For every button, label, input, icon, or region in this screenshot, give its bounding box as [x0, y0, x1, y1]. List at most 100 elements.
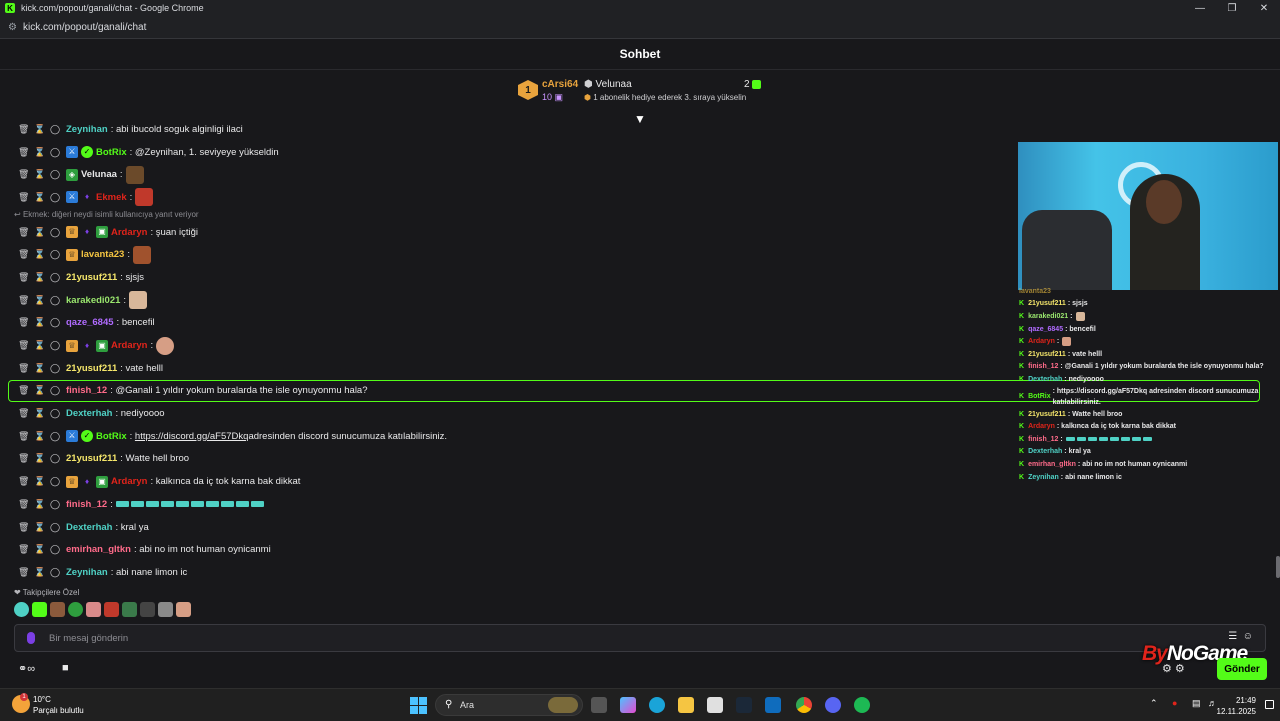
store-icon[interactable]: ■	[62, 662, 69, 674]
chat-message[interactable]: 🗑 ⌛ ◯ ♕ ♦ ▣ Ardaryn: kalkınca da iç tok karn…	[0, 470, 1015, 493]
timeout-icon[interactable]: ⌛	[34, 453, 45, 464]
username[interactable]: Ardaryn	[111, 340, 147, 351]
chat-message[interactable]: 🗑 ⌛ ◯ Dexterhah: nediyoooo	[0, 402, 1015, 425]
emote-icon[interactable]	[158, 602, 173, 617]
timeout-icon[interactable]: ⌛	[34, 340, 45, 351]
edge-icon[interactable]	[649, 697, 665, 713]
delete-icon[interactable]: 🗑	[18, 499, 29, 510]
site-info-icon[interactable]: ⚙	[8, 22, 17, 33]
file-explorer-icon[interactable]	[678, 697, 694, 713]
delete-icon[interactable]: 🗑	[18, 385, 29, 396]
delete-icon[interactable]: 🗑	[18, 567, 29, 578]
ban-icon[interactable]: ◯	[50, 499, 60, 510]
username[interactable]: Ardaryn	[111, 476, 147, 487]
emoji-icon[interactable]: ☺	[1243, 631, 1253, 642]
username[interactable]: Zeynihan	[66, 124, 108, 135]
chrome-icon[interactable]	[796, 697, 812, 713]
mic-icon[interactable]	[27, 632, 35, 644]
delete-icon[interactable]: 🗑	[18, 453, 29, 464]
chat-message[interactable]: 🗑 ⌛ ◯ ♕ ♦ ▣ Ardaryn:	[0, 334, 1015, 357]
chat-message[interactable]: 🗑 ⌛ ◯ Dexterhah: kral ya	[0, 516, 1015, 539]
chat-input[interactable]: Bir mesaj gönderin ☰ ☺	[14, 624, 1266, 652]
delete-icon[interactable]: 🗑	[18, 227, 29, 238]
store-app-icon[interactable]	[707, 697, 723, 713]
delete-icon[interactable]: 🗑	[18, 192, 29, 203]
heart-emote-icon[interactable]	[14, 602, 29, 617]
close-button[interactable]: ✕	[1248, 0, 1280, 16]
timeout-icon[interactable]: ⌛	[34, 147, 45, 158]
emote-icon[interactable]	[32, 602, 47, 617]
chat-message[interactable]: 🗑 ⌛ ◯ 21yusuf211: sjsjs	[0, 266, 1015, 289]
delete-icon[interactable]: 🗑	[18, 363, 29, 374]
chat-message[interactable]: 🗑 ⌛ ◯ ◈ Velunaa:	[0, 163, 1015, 186]
timeout-icon[interactable]: ⌛	[34, 192, 45, 203]
username[interactable]: qaze_6845	[66, 317, 114, 328]
ban-icon[interactable]: ◯	[50, 340, 60, 351]
timeout-icon[interactable]: ⌛	[34, 476, 45, 487]
timeout-icon[interactable]: ⌛	[34, 295, 45, 306]
timeout-icon[interactable]: ⌛	[34, 272, 45, 283]
top-gifter-name[interactable]: cArsi64	[542, 79, 578, 90]
chat-message[interactable]: 🗑 ⌛ ◯ qaze_6845: bencefil	[0, 312, 1015, 335]
url-text[interactable]: kick.com/popout/ganali/chat	[23, 22, 146, 33]
username[interactable]: emirhan_gltkn	[66, 544, 131, 555]
weather-desc[interactable]: Parçalı bulutlu	[33, 706, 84, 715]
start-button[interactable]	[410, 697, 427, 714]
timeout-icon[interactable]: ⌛	[34, 363, 45, 374]
username[interactable]: BotRix	[96, 147, 127, 158]
username[interactable]: finish_12	[66, 499, 107, 510]
delete-icon[interactable]: 🗑	[18, 408, 29, 419]
emote-icon[interactable]	[176, 602, 191, 617]
scrollbar[interactable]	[1276, 556, 1280, 578]
username[interactable]: lavanta23	[81, 249, 124, 260]
discord-icon[interactable]	[825, 697, 841, 713]
timeout-icon[interactable]: ⌛	[34, 522, 45, 533]
steam-icon[interactable]	[736, 697, 752, 713]
minimize-button[interactable]: —	[1184, 0, 1216, 16]
username[interactable]: 21yusuf211	[66, 272, 117, 283]
ban-icon[interactable]: ◯	[50, 522, 60, 533]
timeout-icon[interactable]: ⌛	[34, 499, 45, 510]
chat-message[interactable]: 🗑 ⌛ ◯ ♕ lavanta23:	[0, 243, 1015, 266]
ban-icon[interactable]: ◯	[50, 453, 60, 464]
network-icon[interactable]: ▤	[1192, 698, 1201, 709]
ban-icon[interactable]: ◯	[50, 124, 60, 135]
username[interactable]: Velunaa	[81, 169, 117, 180]
username[interactable]: Ardaryn	[111, 227, 147, 238]
ban-icon[interactable]: ◯	[50, 169, 60, 180]
ban-icon[interactable]: ◯	[50, 249, 60, 260]
timeout-icon[interactable]: ⌛	[34, 124, 45, 135]
chat-message[interactable]: 🗑 ⌛ ◯ ⚔ ♦ Ekmek:	[0, 186, 1015, 209]
emote-icon[interactable]	[104, 602, 119, 617]
ban-icon[interactable]: ◯	[50, 295, 60, 306]
mic-tray-icon[interactable]: ●	[1172, 698, 1177, 708]
username[interactable]: Dexterhah	[66, 408, 112, 419]
timeout-icon[interactable]: ⌛	[34, 408, 45, 419]
copilot-icon[interactable]	[620, 697, 636, 713]
taskbar-search[interactable]: ⚲ Ara	[435, 694, 583, 716]
username[interactable]: 21yusuf211	[66, 453, 117, 464]
chat-message[interactable]: 🗑 ⌛ ◯ finish_12:	[0, 493, 1015, 516]
delete-icon[interactable]: 🗑	[18, 169, 29, 180]
chat-message[interactable]: 🗑 ⌛ ◯ 21yusuf211: Watte hell broo	[0, 448, 1015, 471]
delete-icon[interactable]: 🗑	[18, 272, 29, 283]
chat-message[interactable]: 🗑 ⌛ ◯ karakedi021:	[0, 289, 1015, 312]
ban-icon[interactable]: ◯	[50, 317, 60, 328]
ban-icon[interactable]: ◯	[50, 385, 60, 396]
delete-icon[interactable]: 🗑	[18, 317, 29, 328]
username[interactable]: Ekmek	[96, 192, 127, 203]
stream-video[interactable]	[1018, 142, 1278, 290]
chat-message[interactable]: 🗑 ⌛ ◯ Zeynihan: abi ibucold soguk alginlig…	[0, 118, 1015, 141]
chat-message[interactable]: 🗑 ⌛ ◯ ⚔ ✓ BotRix: https://discord.gg/aF57Dk…	[0, 425, 1015, 448]
delete-icon[interactable]: 🗑	[18, 544, 29, 555]
ban-icon[interactable]: ◯	[50, 192, 60, 203]
chat-message[interactable]: 🗑 ⌛ ◯ 21yusuf211: vate helll	[0, 357, 1015, 380]
chat-message[interactable]: 🗑 ⌛ ◯ ⚔ ✓ BotRix: @Zeynihan, 1. seviyeye yü…	[0, 141, 1015, 164]
outlook-icon[interactable]	[765, 697, 781, 713]
username[interactable]: BotRix	[96, 431, 127, 442]
chat-message[interactable]: 🗑 ⌛ ◯ emirhan_gltkn: abi no im not human o…	[0, 538, 1015, 561]
username[interactable]: karakedi021	[66, 295, 120, 306]
username[interactable]: Dexterhah	[66, 522, 112, 533]
second-gifter[interactable]: ⬢ Velunaa	[584, 79, 632, 90]
spotify-icon[interactable]	[854, 697, 870, 713]
